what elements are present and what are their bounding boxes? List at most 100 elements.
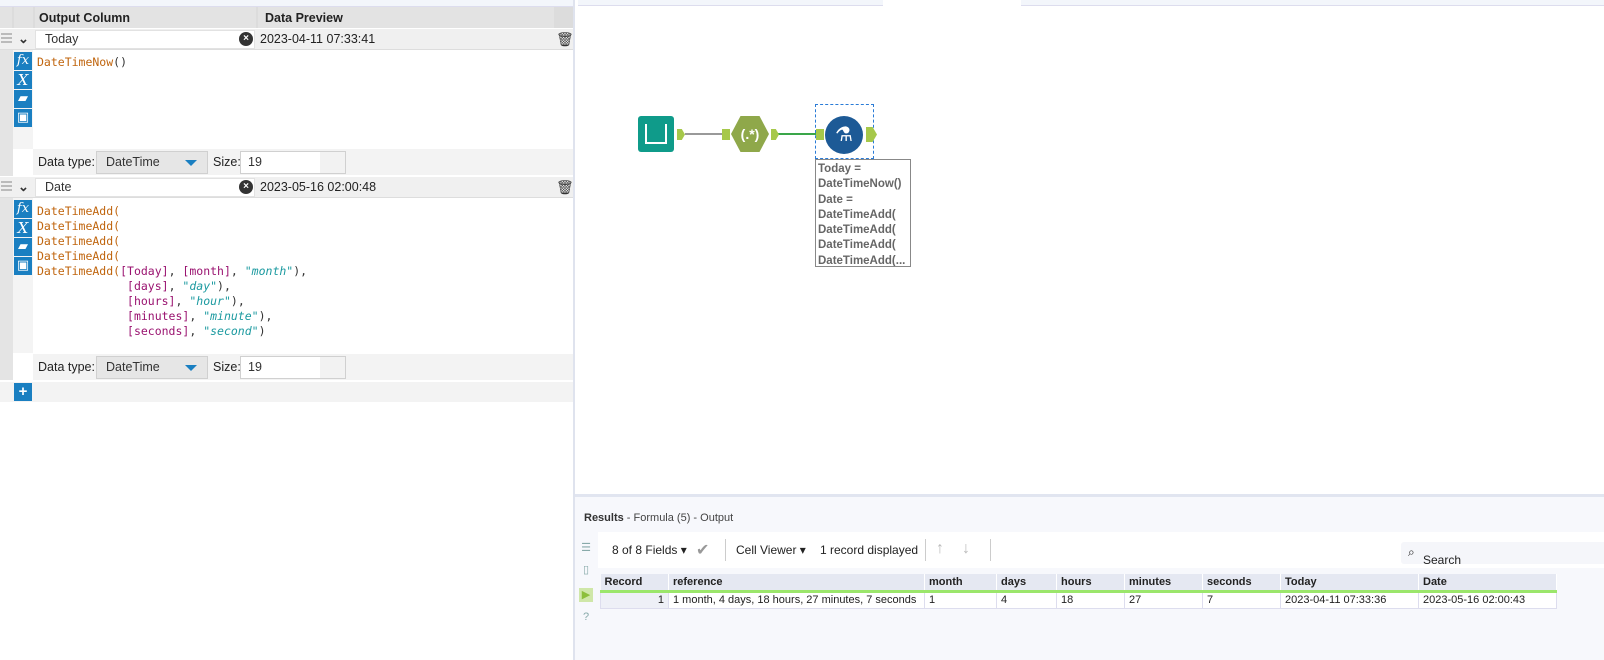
fields-dropdown[interactable]: 8 of 8 Fields ▾ [612, 543, 687, 557]
results-table: Record reference month days hours minutes seco… [600, 574, 1557, 609]
input-anchor[interactable] [816, 129, 824, 140]
dropdown-arrow-icon [185, 365, 197, 371]
expression-editor[interactable]: DateTimeAdd(DateTimeAdd(DateTimeAdd(Date… [37, 204, 307, 339]
column-header-hours[interactable]: hours [1056, 574, 1125, 593]
expression-row-today: ⌄ Today × 2023-04-11 07:33:41 🗑 [0, 29, 574, 50]
open-folder-icon[interactable]: ▰ [14, 90, 32, 108]
code-token: [hours] [127, 294, 176, 308]
drag-handle-icon[interactable] [1, 33, 12, 45]
column-header-days[interactable]: days [996, 574, 1057, 593]
code-token: , [168, 279, 183, 293]
table-cell[interactable]: 1 [924, 590, 997, 609]
table-cell[interactable]: 4 [996, 590, 1057, 609]
clear-icon[interactable]: × [239, 32, 253, 46]
variable-icon[interactable]: X [14, 71, 32, 89]
results-toolbar: 8 of 8 Fields ▾ ✔ Cell Viewer ▾ 1 record… [598, 532, 1604, 568]
size-input[interactable]: 19 [240, 356, 346, 379]
table-row[interactable]: 11 month, 4 days, 18 hours, 27 minutes, … [600, 590, 1557, 609]
drag-handle-icon[interactable] [1, 181, 12, 193]
size-value: 19 [248, 155, 262, 169]
table-cell[interactable]: 7 [1202, 590, 1281, 609]
clear-icon[interactable]: × [239, 180, 253, 194]
code-line: DateTimeAdd([Today], [month], "month"), [37, 264, 307, 279]
code-token: , [230, 264, 245, 278]
output-column-input[interactable]: Date [35, 178, 255, 197]
code-token: () [113, 55, 128, 69]
list-icon[interactable]: ☰ [579, 541, 593, 555]
code-line: DateTimeNow() [37, 55, 127, 70]
save-icon[interactable]: ▣ [14, 257, 32, 275]
code-token: [month] [182, 264, 231, 278]
input-anchor[interactable] [722, 129, 730, 140]
code-token: "hour" [189, 294, 231, 308]
search-placeholder: Search [1423, 553, 1462, 567]
code-line: DateTimeAdd( [37, 219, 307, 234]
formula-config-panel: Output Column Data Preview ⌄ Today × 202… [0, 0, 574, 660]
add-expression-button[interactable]: + [14, 383, 32, 401]
expression-editor[interactable]: DateTimeNow() [37, 55, 127, 70]
column-header-record[interactable]: Record [600, 574, 669, 593]
cell-viewer-dropdown[interactable]: Cell Viewer ▾ [736, 543, 806, 557]
formula-tool[interactable]: ⚗ [825, 116, 863, 154]
code-token: "day" [182, 279, 218, 293]
column-header-today[interactable]: Today [1280, 574, 1419, 593]
code-token: [Today] [120, 264, 169, 278]
data-type-select[interactable]: DateTime [96, 356, 208, 379]
annotation-line: DateTimeAdd( [818, 224, 896, 237]
table-cell[interactable]: 1 month, 4 days, 18 hours, 27 minutes, 7… [668, 590, 925, 609]
save-icon[interactable]: ▣ [14, 109, 32, 127]
arrow-down-icon[interactable]: ↓ [962, 540, 970, 558]
column-header-reference[interactable]: reference [668, 574, 925, 593]
size-label: Size: [213, 155, 241, 169]
code-token: "month" [244, 264, 294, 278]
checkmark-icon[interactable]: ✔ [696, 540, 709, 560]
table-cell[interactable]: 27 [1124, 590, 1203, 609]
size-spinner[interactable] [320, 357, 345, 378]
code-token: ), [293, 264, 308, 278]
size-spinner[interactable] [320, 152, 345, 173]
table-cell[interactable]: 2023-05-16 02:00:43 [1418, 590, 1557, 609]
column-header-seconds[interactable]: seconds [1202, 574, 1281, 593]
code-token: DateTimeAdd( [37, 264, 121, 278]
workflow-canvas[interactable] [575, 0, 1604, 494]
search-input[interactable]: ⌕ Search [1401, 542, 1604, 567]
data-anchor-icon[interactable]: ▶ [579, 588, 593, 602]
output-column-header: Output Column [39, 11, 130, 25]
column-header-minutes[interactable]: minutes [1124, 574, 1203, 593]
code-token: DateTimeAdd( [37, 219, 121, 233]
variable-icon[interactable]: X [14, 219, 32, 237]
table-cell[interactable]: 2023-04-11 07:33:36 [1280, 590, 1419, 609]
function-icon[interactable]: fx [14, 52, 32, 70]
help-icon[interactable]: ? [579, 611, 593, 625]
trash-icon[interactable]: 🗑 [556, 31, 574, 47]
output-column-input[interactable]: Today [35, 30, 255, 49]
annotation-line: DateTimeAdd( [818, 208, 896, 221]
table-cell[interactable]: 1 [600, 590, 669, 609]
data-type-select[interactable]: DateTime [96, 151, 208, 174]
code-token: , [175, 294, 190, 308]
tab-strip [1021, 0, 1604, 6]
open-folder-icon[interactable]: ▰ [14, 238, 32, 256]
column-header-month[interactable]: month [924, 574, 997, 593]
column-header-date[interactable]: Date [1418, 574, 1557, 593]
expression-row-date: ⌄ Date × 2023-05-16 02:00:48 🗑 [0, 177, 574, 198]
table-cell[interactable]: 18 [1056, 590, 1125, 609]
size-input[interactable]: 19 [240, 151, 346, 174]
flask-icon: ⚗ [835, 124, 853, 146]
input-data-tool[interactable] [638, 116, 674, 152]
code-token: , [189, 309, 204, 323]
function-icon[interactable]: fx [14, 200, 32, 218]
tab-strip [578, 0, 883, 6]
regex-label: (.*) [740, 126, 760, 142]
data-type-row: Data type: DateTime Size: 19 [33, 149, 574, 175]
arrow-up-icon[interactable]: ↑ [936, 540, 944, 558]
chevron-down-icon[interactable]: ⌄ [14, 29, 33, 50]
code-token: "minute" [203, 309, 259, 323]
chevron-down-icon[interactable]: ⌄ [14, 177, 33, 198]
metadata-icon[interactable]: ▯ [579, 563, 593, 577]
data-type-value: DateTime [106, 155, 160, 169]
code-line: [minutes], "minute"), [37, 309, 307, 324]
trash-icon[interactable]: 🗑 [556, 179, 574, 195]
